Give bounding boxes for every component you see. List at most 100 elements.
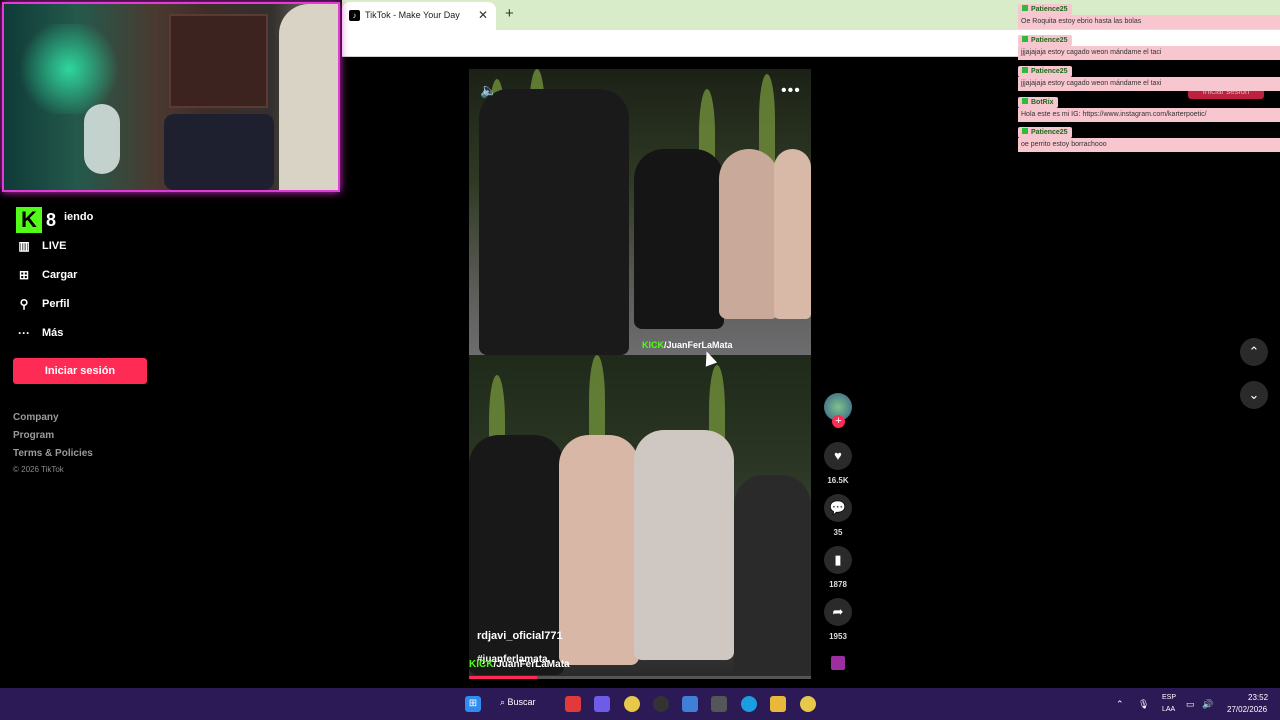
more-icon: ···: [18, 326, 30, 340]
taskbar-search[interactable]: ⌕ Buscar: [500, 697, 536, 708]
chat-message: Oe Roquita estoy ebrio hasta las bolas: [1018, 15, 1280, 29]
webcam-chair: [164, 114, 274, 190]
comment-button[interactable]: 💬: [824, 494, 852, 522]
clock-time[interactable]: 23:52: [1248, 693, 1268, 702]
chat-message: oe perrito estoy borrachooo: [1018, 138, 1280, 152]
network-icon[interactable]: ▭: [1186, 699, 1195, 710]
video-person: [634, 149, 724, 329]
comment-icon: 💬: [829, 500, 847, 515]
chat-badge-icon: [1022, 5, 1028, 11]
previous-video-button[interactable]: ⌃: [1240, 338, 1268, 366]
chevron-up-icon: ⌃: [1248, 344, 1260, 359]
heart-icon: ♥: [834, 448, 842, 463]
footer-link-program[interactable]: Program: [13, 430, 54, 441]
chat-username: Patience25: [1018, 4, 1072, 15]
microphone-icon[interactable]: 🎙: [1138, 699, 1149, 710]
windows-taskbar: [0, 688, 1280, 720]
video-chair: [734, 475, 811, 675]
video-person: [634, 430, 734, 660]
chat-message: Hola este es mi IG: https://www.instagra…: [1018, 108, 1280, 122]
chrome-icon[interactable]: [624, 696, 640, 712]
save-button[interactable]: ▮: [824, 546, 852, 574]
copilot-icon[interactable]: [594, 696, 610, 712]
sound-icon[interactable]: 🔈: [480, 82, 497, 99]
save-count: 1878: [829, 580, 847, 589]
chat-message: jjjajajaja estoy cagado weon mándame el …: [1018, 77, 1280, 91]
comment-count: 35: [833, 528, 843, 537]
login-button[interactable]: Iniciar sesión: [13, 358, 147, 384]
clock-date[interactable]: 27/02/2026: [1227, 705, 1267, 714]
like-count: 16.5K: [827, 476, 849, 485]
sidebar-item-label: Más: [42, 327, 64, 339]
input-language[interactable]: ESP: [1162, 694, 1176, 701]
volume-icon[interactable]: 🔊: [1202, 699, 1213, 710]
sidebar-item-label: LIVE: [42, 240, 67, 252]
video-progress-fill: [469, 676, 537, 679]
video-author[interactable]: rdjavi_oficial771: [477, 630, 563, 642]
chat-username: Patience25: [1018, 66, 1072, 77]
chrome-active-icon[interactable]: [800, 696, 816, 712]
kick-logo-icon: K: [16, 207, 42, 233]
video-person: [774, 149, 811, 319]
sidebar-item-live[interactable]: ▥ LIVE: [16, 238, 66, 254]
chevron-down-icon: ⌄: [1248, 387, 1260, 402]
viewer-count: 8: [46, 210, 57, 230]
windows-start-icon[interactable]: ⊞: [465, 696, 481, 712]
share-icon: ➦: [832, 604, 844, 619]
video-watermark: KICK/JuanFerLaMata: [642, 340, 733, 350]
chat-badge-icon: [1022, 36, 1028, 42]
chat-message: jjjajajaja estoy cagado weon mándame el …: [1018, 46, 1280, 60]
chat-username: Patience25: [1018, 127, 1072, 138]
follow-plus-icon[interactable]: +: [832, 415, 845, 428]
chat-badge-icon: [1022, 98, 1028, 104]
webcam-person: [279, 4, 338, 190]
share-count: 1953: [829, 632, 847, 641]
more-options-icon[interactable]: •••: [781, 82, 801, 100]
webcam-shelf: [169, 14, 268, 108]
next-video-button[interactable]: ⌄: [1240, 381, 1268, 409]
edge-icon[interactable]: [741, 696, 757, 712]
video-frame-bottom: [469, 355, 811, 677]
mail-icon[interactable]: [682, 696, 698, 712]
chat-username: Patience25: [1018, 35, 1072, 46]
sidebar-item-label: Perfil: [42, 298, 70, 310]
sidebar-item-profile[interactable]: ⚲ Perfil: [16, 296, 70, 312]
music-disc-icon[interactable]: [831, 656, 845, 670]
chat-badge-icon: [1022, 67, 1028, 73]
video-person: [559, 435, 639, 665]
streamer-webcam: [2, 2, 340, 192]
obs-icon[interactable]: [653, 696, 669, 712]
bookmark-icon: ▮: [834, 552, 842, 567]
like-button[interactable]: ♥: [824, 442, 852, 470]
video-player[interactable]: [469, 69, 811, 677]
upload-icon: ⊞: [18, 268, 30, 282]
video-person: [479, 89, 629, 355]
store-icon[interactable]: [711, 696, 727, 712]
video-frame-top: [469, 69, 811, 355]
chat-badge-icon: [1022, 128, 1028, 134]
profile-icon: ⚲: [19, 297, 29, 311]
sidebar-item-more[interactable]: ··· Más: [16, 325, 63, 341]
input-layout[interactable]: LAA: [1162, 706, 1175, 713]
tab-close-icon[interactable]: ✕: [478, 8, 488, 22]
video-watermark: KICK/JuanFerLaMata: [469, 659, 570, 670]
webcam-microphone: [84, 104, 120, 174]
plant-decor: [759, 74, 775, 164]
footer-link-company[interactable]: Company: [13, 412, 59, 423]
tab-title: TikTok - Make Your Day: [365, 10, 460, 20]
sidebar-item-upload[interactable]: ⊞ Cargar: [16, 267, 78, 283]
tiktok-favicon-icon: ♪: [349, 10, 360, 21]
sidebar-item-label: Cargar: [42, 269, 78, 281]
tray-overflow-icon[interactable]: ⌃: [1116, 699, 1124, 710]
file-explorer-icon[interactable]: [770, 696, 786, 712]
live-icon: ▥: [18, 239, 30, 253]
browser-tab-tiktok[interactable]: ♪ TikTok - Make Your Day ✕: [342, 2, 496, 30]
sidebar-item-following[interactable]: iendo: [64, 211, 93, 223]
plant-decor: [589, 355, 605, 445]
chat-username: BotRix: [1018, 97, 1058, 108]
app-icon[interactable]: [565, 696, 581, 712]
share-button[interactable]: ➦: [824, 598, 852, 626]
new-tab-button[interactable]: +: [505, 5, 514, 22]
copyright-text: © 2026 TikTok: [13, 465, 64, 474]
footer-link-terms[interactable]: Terms & Policies: [13, 448, 93, 459]
